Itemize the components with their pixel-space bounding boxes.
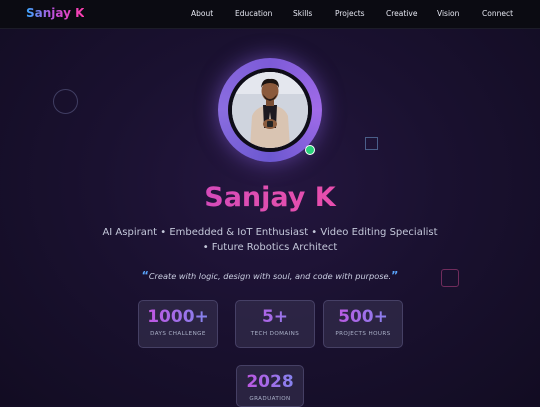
stat-label: GRADUATION	[249, 396, 291, 402]
nav-link-vision[interactable]: Vision	[437, 9, 459, 18]
tagline-text: Create with logic, design with soul, and…	[148, 271, 392, 281]
site-logo[interactable]: Sanjay K	[26, 6, 84, 20]
hero-role-line-1: AI Aspirant • Embedded & IoT Enthusiast …	[102, 227, 438, 238]
person-illustration	[232, 72, 308, 148]
stat-value: 2028	[237, 372, 303, 392]
decorative-square	[365, 137, 378, 150]
profile-avatar-ring	[218, 58, 322, 162]
stat-card-tech-domains[interactable]: 5+ TECH DOMAINS	[235, 300, 315, 348]
stat-value: 5+	[236, 307, 314, 327]
quote-close-mark: ”	[391, 269, 399, 282]
nav-link-connect[interactable]: Connect	[482, 9, 513, 18]
hero-role-line-2: • Future Robotics Architect	[202, 242, 338, 253]
stat-value: 500+	[324, 307, 402, 327]
top-navbar: Sanjay K About Education Skills Projects…	[0, 0, 540, 29]
profile-photo	[232, 72, 308, 148]
nav-link-about[interactable]: About	[191, 9, 213, 18]
decorative-ring	[53, 89, 78, 114]
hero-tagline: “Create with logic, design with soul, an…	[0, 269, 540, 282]
nav-link-projects[interactable]: Projects	[335, 9, 365, 18]
nav-link-education[interactable]: Education	[235, 9, 272, 18]
stat-label: TECH DOMAINS	[250, 331, 300, 337]
quote-open-mark: “	[141, 269, 149, 282]
stat-label: DAYS CHALLENGE	[150, 331, 206, 337]
stat-label: PROJECTS HOURS	[335, 331, 391, 337]
stat-card-project-hours[interactable]: 500+ PROJECTS HOURS	[323, 300, 403, 348]
profile-avatar-frame	[228, 68, 315, 155]
stat-card-days-challenge[interactable]: 1000+ DAYS CHALLENGE	[138, 300, 218, 348]
stat-value: 1000+	[139, 307, 217, 327]
stat-card-graduation[interactable]: 2028 GRADUATION	[236, 365, 304, 407]
nav-link-skills[interactable]: Skills	[293, 9, 312, 18]
nav-link-creative[interactable]: Creative	[386, 9, 417, 18]
online-status-indicator	[305, 145, 315, 155]
hero-name: Sanjay K	[0, 182, 540, 213]
